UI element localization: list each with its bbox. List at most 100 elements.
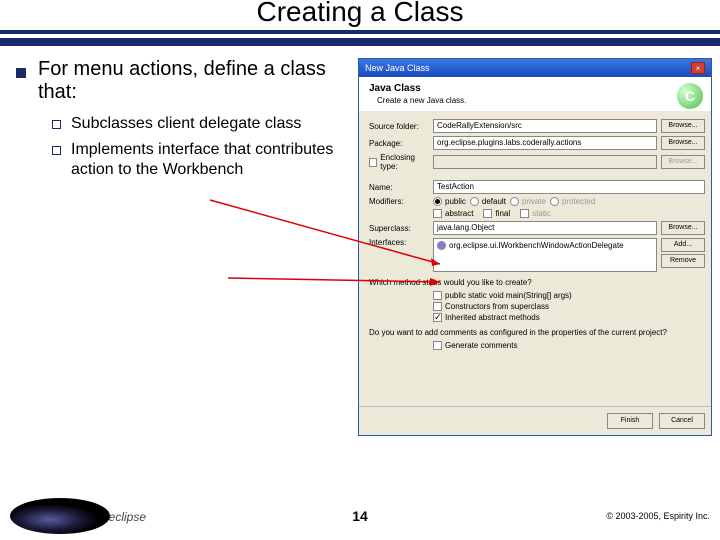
stubs-question: Which method stubs would you like to cre… (369, 278, 705, 287)
slide-title: Creating a Class (247, 0, 474, 28)
radio-icon (550, 197, 559, 206)
bullet-sub-2-text: Implements interface that contributes ac… (71, 140, 346, 180)
interface-item[interactable]: org.eclipse.ui.IWorkbenchWindowActionDel… (437, 241, 653, 250)
new-class-dialog: New Java Class × Java Class Create a new… (358, 58, 712, 436)
name-label: Name: (369, 183, 429, 192)
add-button[interactable]: Add... (661, 238, 705, 252)
checkbox-icon (433, 313, 442, 322)
main-method-check[interactable]: public static void main(String[] args) (433, 291, 705, 300)
checkbox-icon (433, 341, 442, 350)
browse-button[interactable]: Browse... (661, 221, 705, 235)
browse-button: Browse... (661, 155, 705, 169)
enclosing-type-input (433, 155, 657, 169)
bullet-main: For menu actions, define a class that: (16, 58, 346, 104)
bullet-outline-icon (52, 146, 61, 155)
superclass-constructors-check[interactable]: Constructors from superclass (433, 302, 705, 311)
source-folder-input[interactable]: CodeRallyExtension/src (433, 119, 657, 133)
checkbox-icon (369, 158, 377, 167)
generate-comments-check[interactable]: Generate comments (433, 341, 705, 350)
dialog-header: Java Class Create a new Java class. C (359, 77, 711, 111)
dialog-title-text: New Java Class (365, 63, 430, 73)
interface-item-text: org.eclipse.ui.IWorkbenchWindowActionDel… (449, 241, 624, 250)
abstract-label: abstract (445, 209, 473, 218)
bullet-outline-icon (52, 120, 61, 129)
class-icon: C (677, 83, 703, 109)
interfaces-label: Interfaces: (369, 238, 429, 247)
radio-icon (433, 197, 442, 206)
close-icon[interactable]: × (691, 62, 705, 74)
modifiers-row: Modifiers: public default private protec… (369, 197, 705, 206)
slide-content: For menu actions, define a class that: S… (0, 44, 720, 436)
slide-footer: 14 © 2003-2005, Espirity Inc. (0, 498, 720, 534)
package-row: Package: org.eclipse.plugins.labs.codera… (369, 136, 705, 150)
slide-header: Creating a Class (0, 0, 720, 44)
modifiers-label: Modifiers: (369, 197, 429, 206)
enclosing-type-label: Enclosing type: (380, 153, 429, 171)
package-input[interactable]: org.eclipse.plugins.labs.coderally.actio… (433, 136, 657, 150)
abstract-check[interactable]: abstract (433, 209, 473, 218)
public-radio[interactable]: public (433, 197, 466, 206)
checkbox-icon (433, 209, 442, 218)
default-radio[interactable]: default (470, 197, 506, 206)
eclipse-logo (10, 498, 110, 534)
superclass-input[interactable]: java.lang.Object (433, 221, 657, 235)
name-row: Name: TestAction (369, 180, 705, 194)
interfaces-row: Interfaces: org.eclipse.ui.IWorkbenchWin… (369, 238, 705, 272)
protected-radio: protected (550, 197, 595, 206)
dialog-heading: Java Class (369, 83, 701, 94)
interfaces-list[interactable]: org.eclipse.ui.IWorkbenchWindowActionDel… (433, 238, 657, 272)
finish-button[interactable]: Finish (607, 413, 653, 429)
superclass-row: Superclass: java.lang.Object Browse... (369, 221, 705, 235)
static-check: static (520, 209, 551, 218)
browse-button[interactable]: Browse... (661, 119, 705, 133)
bullet-sub-2: Implements interface that contributes ac… (52, 140, 346, 180)
package-label: Package: (369, 139, 429, 148)
dialog-footer: Finish Cancel (359, 406, 711, 435)
source-folder-label: Source folder: (369, 122, 429, 131)
main-method-label: public static void main(String[] args) (445, 291, 572, 300)
radio-icon (510, 197, 519, 206)
interfaces-buttons: Add... Remove (661, 238, 705, 268)
dialog-subheading: Create a new Java class. (377, 96, 701, 105)
default-label: default (482, 197, 506, 206)
bullet-square-icon (16, 68, 26, 78)
modifiers-row-2: abstract final static (433, 209, 705, 218)
checkbox-icon (483, 209, 492, 218)
source-folder-row: Source folder: CodeRallyExtension/src Br… (369, 119, 705, 133)
private-label: private (522, 197, 546, 206)
bullet-list: For menu actions, define a class that: S… (16, 58, 346, 436)
name-input[interactable]: TestAction (433, 180, 705, 194)
checkbox-icon (520, 209, 529, 218)
final-check[interactable]: final (483, 209, 510, 218)
comments-question: Do you want to add comments as configure… (369, 328, 705, 337)
superclass-constructors-label: Constructors from superclass (445, 302, 549, 311)
comments-list: Generate comments (433, 341, 705, 350)
private-radio: private (510, 197, 546, 206)
inherited-methods-check[interactable]: Inherited abstract methods (433, 313, 705, 322)
checkbox-icon (433, 302, 442, 311)
radio-icon (470, 197, 479, 206)
interface-icon (437, 241, 446, 250)
final-label: final (495, 209, 510, 218)
browse-button[interactable]: Browse... (661, 136, 705, 150)
header-rule-thin (0, 30, 720, 34)
stubs-list: public static void main(String[] args) C… (433, 291, 705, 322)
dialog-titlebar: New Java Class × (359, 59, 711, 77)
bullet-sub-1-text: Subclasses client delegate class (71, 114, 301, 134)
protected-label: protected (562, 197, 595, 206)
static-label: static (532, 209, 551, 218)
public-label: public (445, 197, 466, 206)
header-rule-thick (0, 38, 720, 46)
enclosing-type-check[interactable]: Enclosing type: (369, 153, 429, 171)
dialog-body: Source folder: CodeRallyExtension/src Br… (359, 111, 711, 358)
remove-button[interactable]: Remove (661, 254, 705, 268)
checkbox-icon (433, 291, 442, 300)
page-number: 14 (352, 508, 368, 524)
bullet-sub-1: Subclasses client delegate class (52, 114, 346, 134)
cancel-button[interactable]: Cancel (659, 413, 705, 429)
generate-comments-label: Generate comments (445, 341, 517, 350)
bullet-main-text: For menu actions, define a class that: (38, 58, 346, 104)
copyright: © 2003-2005, Espirity Inc. (606, 511, 710, 521)
superclass-label: Superclass: (369, 224, 429, 233)
enclosing-type-row: Enclosing type: Browse... (369, 153, 705, 171)
